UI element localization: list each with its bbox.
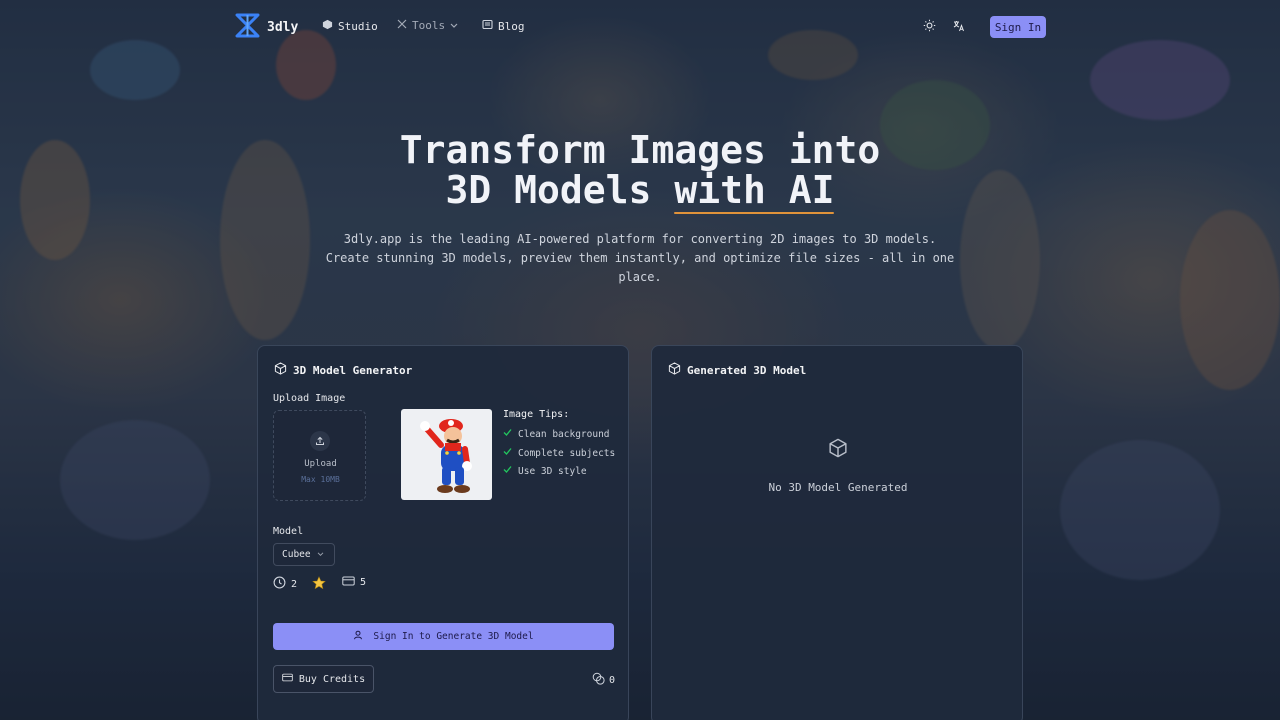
check-icon: [503, 428, 512, 440]
card-title-text: Generated 3D Model: [687, 363, 807, 377]
card-title: 3D Model Generator: [274, 362, 412, 378]
hero-subtitle: 3dly.app is the leading AI-powered platf…: [325, 232, 955, 284]
nav-link-blog[interactable]: Blog: [482, 19, 525, 33]
generator-card: 3D Model Generator Upload Image Upload M…: [257, 345, 629, 720]
sign-in-to-generate-label: Sign In to Generate 3D Model: [373, 631, 534, 642]
nav-link-label: Studio: [338, 19, 378, 33]
upload-icon: [310, 431, 330, 451]
credit-cost: 5: [342, 576, 366, 589]
tip-text: Clean background: [518, 428, 610, 440]
generation-time-value: 2: [291, 578, 298, 590]
hero-title-line-2: 3D Models with AI: [0, 168, 1280, 214]
buy-credits-button[interactable]: Buy Credits: [273, 665, 374, 693]
card-title: Generated 3D Model: [668, 362, 806, 378]
upload-dropzone[interactable]: Upload Max 10MB: [273, 410, 366, 501]
model-select[interactable]: Cubee: [273, 543, 335, 566]
upload-text: Upload: [304, 459, 337, 469]
chevron-down-icon: [317, 549, 324, 560]
tips-title: Image Tips:: [503, 409, 570, 420]
generation-time: 2: [273, 576, 297, 592]
nav-link-studio[interactable]: Studio: [322, 19, 378, 33]
tip-item: Clean background: [503, 428, 610, 440]
logo-icon: [234, 12, 261, 43]
cube-outline-icon: [668, 362, 681, 378]
chevron-down-icon: [450, 19, 458, 32]
tip-text: Complete subjects: [518, 447, 616, 459]
hero-title-line-1: Transform Images into: [399, 128, 881, 172]
tip-text: Use 3D style: [518, 465, 587, 477]
check-icon: [503, 465, 512, 477]
coins-icon: [592, 672, 605, 688]
card-icon: [282, 673, 293, 685]
nav-link-tools[interactable]: Tools: [397, 19, 458, 32]
nav-link-label: Tools: [412, 19, 446, 32]
user-icon: [353, 630, 363, 643]
clock-icon: [273, 576, 286, 592]
credit-balance: 0: [592, 672, 615, 688]
cube-placeholder-icon: [828, 438, 848, 462]
brand-logo[interactable]: 3dly: [234, 12, 298, 43]
card-title-text: 3D Model Generator: [293, 363, 413, 377]
model-label: Model: [273, 526, 304, 537]
theme-toggle[interactable]: [921, 18, 937, 34]
credit-cost-value: 5: [360, 577, 367, 588]
translate-icon: [953, 17, 965, 36]
sign-in-button[interactable]: Sign In: [990, 16, 1046, 38]
example-image-mario[interactable]: [401, 409, 492, 500]
hero-title-highlight: with AI: [674, 168, 835, 214]
check-icon: [503, 447, 512, 459]
language-switcher[interactable]: [951, 18, 967, 34]
brand-name: 3dly: [267, 20, 299, 35]
star-icon: [312, 576, 326, 593]
tip-item: Use 3D style: [503, 465, 587, 477]
background-overlay: [0, 0, 1280, 720]
cube-outline-icon: [274, 362, 287, 378]
top-navigation: 3dly Studio Tools Blog Sign In: [0, 0, 1280, 52]
credit-balance-value: 0: [609, 674, 616, 686]
sign-in-to-generate-button[interactable]: Sign In to Generate 3D Model: [273, 623, 614, 650]
card-icon: [342, 576, 355, 589]
tools-icon: [397, 19, 407, 32]
buy-credits-label: Buy Credits: [298, 673, 366, 685]
nav-link-label: Blog: [498, 19, 525, 33]
tip-item: Complete subjects: [503, 447, 615, 459]
cube-icon: [322, 19, 333, 33]
blog-icon: [482, 19, 493, 33]
hero-title-part: 3D Models: [445, 168, 675, 212]
sun-icon: [923, 17, 936, 36]
output-card: Generated 3D Model No 3D Model Generated: [651, 345, 1023, 720]
empty-state-text: No 3D Model Generated: [768, 481, 908, 494]
upload-label: Upload Image: [273, 393, 346, 404]
upload-limit: Max 10MB: [301, 475, 340, 484]
model-select-value: Cubee: [282, 549, 311, 560]
quality-indicator: [312, 576, 326, 593]
